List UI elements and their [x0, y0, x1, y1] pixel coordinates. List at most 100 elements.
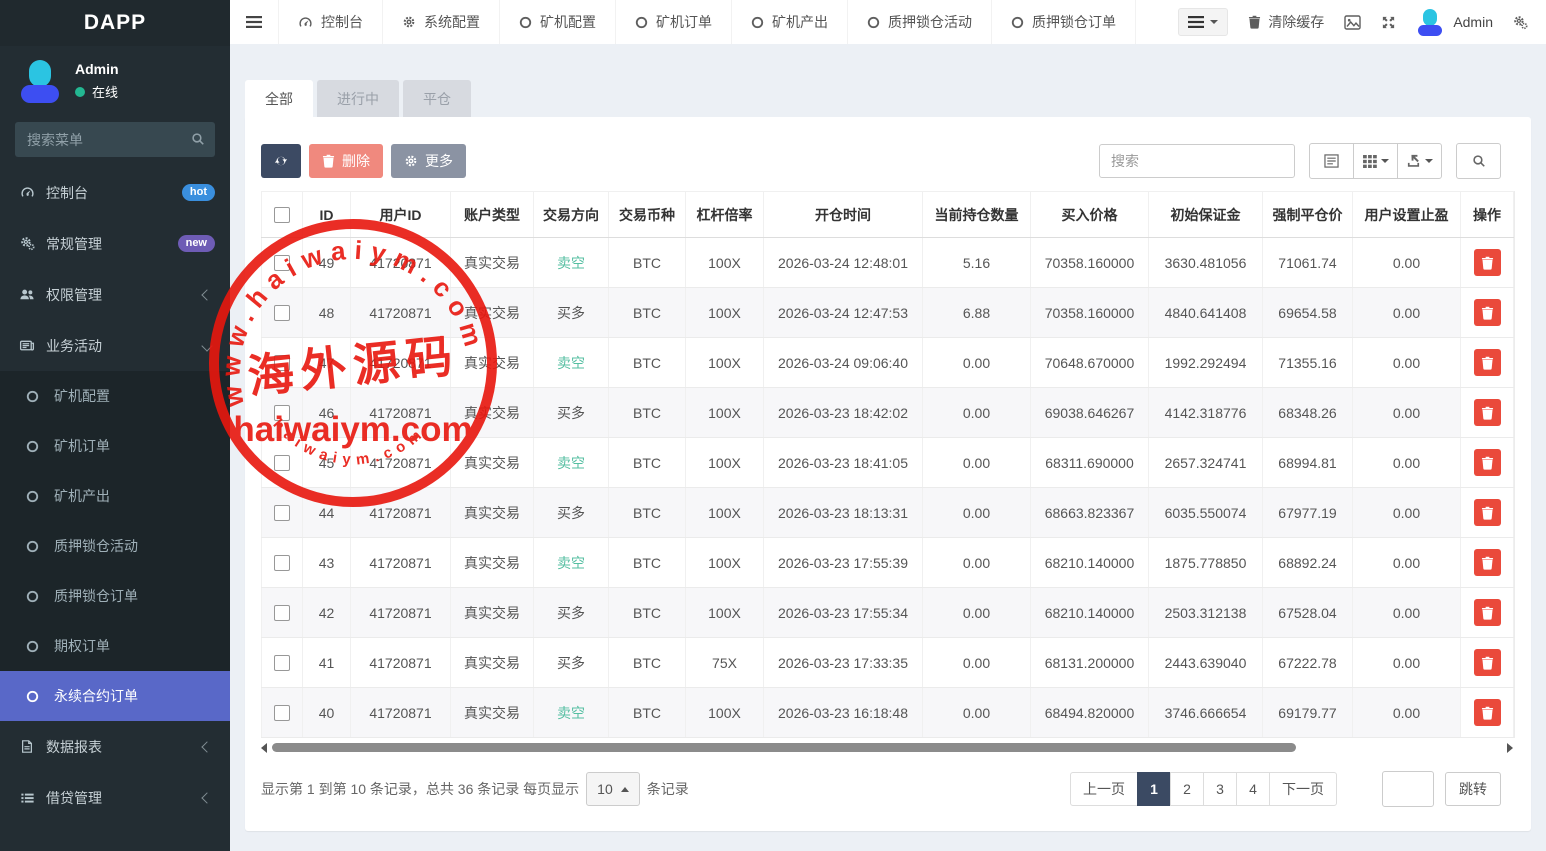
scroll-right-arrow[interactable]: [1507, 743, 1513, 753]
topnav-item[interactable]: 矿机订单: [616, 0, 732, 44]
page-button[interactable]: 4: [1236, 772, 1270, 806]
row-checkbox[interactable]: [274, 405, 290, 421]
select-all-checkbox[interactable]: [274, 207, 290, 223]
clear-cache-button[interactable]: 清除缓存: [1248, 12, 1324, 32]
prev-page-button[interactable]: 上一页: [1070, 772, 1138, 806]
table-row[interactable]: 4641720871真实交易买多BTC100X2026-03-23 18:42:…: [262, 388, 1514, 438]
sidebar-toggle-button[interactable]: [230, 0, 278, 44]
topnav-item[interactable]: 矿机产出: [732, 0, 848, 44]
cell-user-id: 41720871: [351, 238, 451, 288]
tab-item[interactable]: 全部: [245, 80, 313, 117]
topnav-item[interactable]: 控制台: [278, 0, 383, 44]
delete-row-button[interactable]: [1474, 249, 1501, 276]
page-size-select[interactable]: 10: [586, 772, 640, 806]
delete-selected-button[interactable]: 删除: [309, 144, 383, 178]
search-button[interactable]: [1456, 143, 1501, 179]
cell-actions: [1461, 588, 1514, 638]
list-icon: [20, 791, 35, 805]
image-icon[interactable]: [1344, 15, 1361, 30]
detail-view-icon: [1324, 154, 1339, 168]
jump-button[interactable]: 跳转: [1445, 772, 1501, 806]
table-row[interactable]: 4341720871真实交易卖空BTC100X2026-03-23 17:55:…: [262, 538, 1514, 588]
table-row[interactable]: 4941720871真实交易卖空BTC100X2026-03-24 12:48:…: [262, 238, 1514, 288]
table-row[interactable]: 4141720871真实交易买多BTC75X2026-03-23 17:33:3…: [262, 638, 1514, 688]
cell-select: [262, 288, 303, 338]
page-button[interactable]: 2: [1170, 772, 1204, 806]
sidebar-item[interactable]: 权限管理: [0, 269, 230, 320]
sidebar-item[interactable]: 常规管理new: [0, 218, 230, 269]
columns-toggle-button[interactable]: [1353, 143, 1398, 179]
table-search-input[interactable]: [1099, 144, 1295, 178]
row-checkbox[interactable]: [274, 255, 290, 271]
row-checkbox[interactable]: [274, 505, 290, 521]
detail-view-button[interactable]: [1309, 143, 1354, 179]
table-row[interactable]: 4541720871真实交易卖空BTC100X2026-03-23 18:41:…: [262, 438, 1514, 488]
row-checkbox[interactable]: [274, 305, 290, 321]
chevron-left-icon: [201, 741, 212, 752]
vertical-scrollbar[interactable]: [1514, 191, 1515, 738]
row-checkbox[interactable]: [274, 555, 290, 571]
sidebar-search-input[interactable]: [15, 122, 215, 157]
cell-margin: 4840.641408: [1149, 288, 1263, 338]
sidebar-item[interactable]: 借贷管理: [0, 772, 230, 823]
delete-row-button[interactable]: [1474, 649, 1501, 676]
row-checkbox[interactable]: [274, 705, 290, 721]
table-row[interactable]: 4441720871真实交易买多BTC100X2026-03-23 18:13:…: [262, 488, 1514, 538]
row-checkbox[interactable]: [274, 455, 290, 471]
scroll-left-arrow[interactable]: [261, 743, 267, 753]
cell-account-type: 真实交易: [451, 588, 534, 638]
topnav-item[interactable]: 质押锁仓订单: [992, 0, 1136, 44]
trash-icon: [1481, 356, 1494, 370]
delete-row-button[interactable]: [1474, 449, 1501, 476]
sidebar-subitem[interactable]: 质押锁仓订单: [0, 571, 230, 621]
cell-position: 0.00: [923, 538, 1031, 588]
cell-id: 43: [303, 538, 351, 588]
table-row[interactable]: 4841720871真实交易买多BTC100X2026-03-24 12:47:…: [262, 288, 1514, 338]
delete-row-button[interactable]: [1474, 299, 1501, 326]
jump-page-input[interactable]: [1382, 771, 1434, 807]
cell-position: 0.00: [923, 338, 1031, 388]
delete-row-button[interactable]: [1474, 399, 1501, 426]
sidebar-subitem[interactable]: 质押锁仓活动: [0, 521, 230, 571]
topnav-item[interactable]: 质押锁仓活动: [848, 0, 992, 44]
topnav-item[interactable]: 矿机配置: [500, 0, 616, 44]
scrollbar-thumb[interactable]: [272, 743, 1296, 752]
sidebar-item[interactable]: 控制台hot: [0, 167, 230, 218]
row-checkbox[interactable]: [274, 655, 290, 671]
trash-icon: [1481, 456, 1494, 470]
delete-row-button[interactable]: [1474, 499, 1501, 526]
user-menu[interactable]: Admin: [1416, 8, 1493, 36]
nav-collapse-toggle[interactable]: [1178, 8, 1228, 36]
cell-take-profit: 0.00: [1353, 538, 1461, 588]
sidebar-subitem[interactable]: 永续合约订单: [0, 671, 230, 721]
sidebar-subitem[interactable]: 矿机配置: [0, 371, 230, 421]
page-button[interactable]: 3: [1203, 772, 1237, 806]
topnav-item[interactable]: 系统配置: [383, 0, 500, 44]
more-button[interactable]: 更多: [391, 144, 466, 178]
table-row[interactable]: 4041720871真实交易卖空BTC100X2026-03-23 16:18:…: [262, 688, 1514, 738]
page-button[interactable]: 1: [1137, 772, 1171, 806]
tab-item[interactable]: 进行中: [317, 80, 399, 117]
delete-row-button[interactable]: [1474, 699, 1501, 726]
tab-item[interactable]: 平仓: [403, 80, 471, 117]
table-toolbar: 删除 更多: [261, 143, 1501, 179]
row-checkbox[interactable]: [274, 355, 290, 371]
delete-row-button[interactable]: [1474, 349, 1501, 376]
refresh-button[interactable]: [261, 144, 301, 178]
table-row[interactable]: 4241720871真实交易买多BTC100X2026-03-23 17:55:…: [262, 588, 1514, 638]
table-row[interactable]: 4741720871真实交易卖空BTC100X2026-03-24 09:06:…: [262, 338, 1514, 388]
sidebar-subitem[interactable]: 矿机订单: [0, 421, 230, 471]
settings-cogs-icon[interactable]: [1513, 15, 1528, 30]
delete-row-button[interactable]: [1474, 549, 1501, 576]
sidebar-subitem[interactable]: 矿机产出: [0, 471, 230, 521]
delete-row-button[interactable]: [1474, 599, 1501, 626]
sidebar-item[interactable]: 业务活动: [0, 320, 230, 371]
export-button[interactable]: [1397, 143, 1442, 179]
fullscreen-icon[interactable]: [1381, 15, 1396, 30]
next-page-button[interactable]: 下一页: [1269, 772, 1337, 806]
search-icon[interactable]: [191, 132, 205, 146]
sidebar-subitem[interactable]: 期权订单: [0, 621, 230, 671]
cell-open-time: 2026-03-23 17:55:34: [764, 588, 923, 638]
sidebar-item[interactable]: 数据报表: [0, 721, 230, 772]
row-checkbox[interactable]: [274, 605, 290, 621]
